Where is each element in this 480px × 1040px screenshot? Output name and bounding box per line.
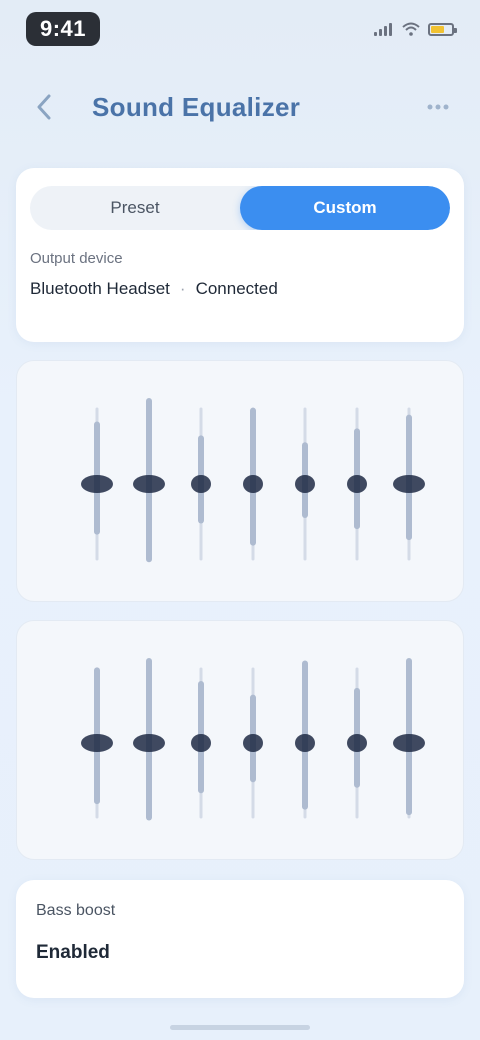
slider-knob[interactable]: [295, 475, 315, 493]
slider-knob[interactable]: [347, 475, 367, 493]
phone-screen: 9:41 Sound Equalizer Preset Custom Outpu…: [0, 0, 480, 1040]
device-info: Bluetooth Headset · Connected: [30, 279, 450, 299]
home-indicator[interactable]: [170, 1025, 310, 1030]
slider-knob[interactable]: [243, 734, 263, 752]
slider-knob[interactable]: [191, 475, 211, 493]
slider-knob[interactable]: [133, 734, 165, 752]
status-bar: 9:41: [0, 0, 480, 58]
wifi-icon: [402, 22, 420, 36]
device-separator: ·: [179, 279, 186, 298]
status-time: 9:41: [26, 12, 101, 46]
slider-knob[interactable]: [295, 734, 315, 752]
slider-knob[interactable]: [133, 475, 165, 493]
bass-card: Bass boost Enabled: [16, 880, 464, 998]
more-icon: [427, 104, 449, 110]
slider-knob[interactable]: [191, 734, 211, 752]
status-icons: [374, 22, 457, 36]
page-title: Sound Equalizer: [92, 91, 301, 122]
signal-icon: [374, 22, 394, 36]
mode-option-custom[interactable]: Custom: [240, 186, 450, 230]
slider-knob[interactable]: [243, 475, 263, 493]
slider-knob[interactable]: [81, 734, 113, 752]
equalizer-panel-1: [16, 360, 464, 602]
device-name: Bluetooth Headset: [30, 279, 170, 298]
chevron-left-icon: [37, 94, 51, 120]
slider-knob[interactable]: [393, 734, 425, 752]
back-button[interactable]: [24, 87, 64, 127]
mode-selector: Preset Custom: [30, 186, 450, 230]
mode-option-preset[interactable]: Preset: [30, 186, 240, 230]
equalizer-chart-1: [81, 398, 425, 563]
bass-value[interactable]: Enabled: [36, 942, 444, 964]
more-button[interactable]: [420, 89, 456, 125]
device-label: Output device: [30, 250, 123, 267]
battery-icon: [428, 22, 457, 36]
slider-knob[interactable]: [393, 475, 425, 493]
device-detail: Connected: [195, 279, 278, 298]
slider-knob[interactable]: [347, 734, 367, 752]
bass-label: Bass boost: [36, 902, 116, 919]
slider-knob[interactable]: [81, 475, 113, 493]
header: Sound Equalizer: [0, 62, 480, 152]
equalizer-panel-2: [16, 620, 464, 860]
equalizer-chart-2: [81, 658, 425, 821]
mode-card: Preset Custom Output device Bluetooth He…: [16, 168, 464, 342]
